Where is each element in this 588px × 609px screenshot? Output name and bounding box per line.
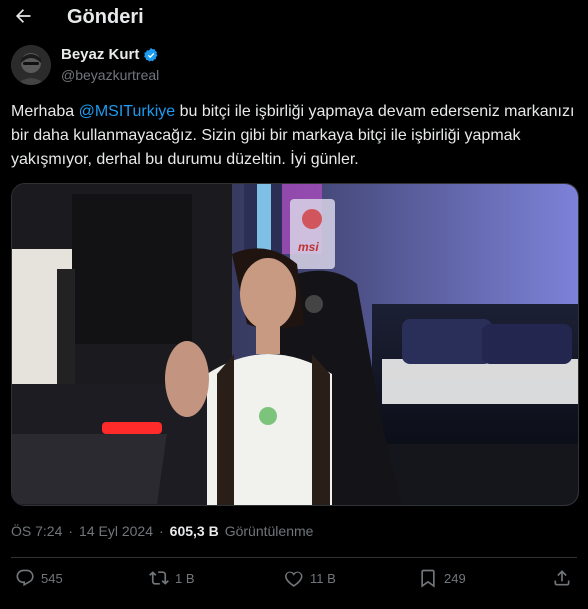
reply-count: 545 [41, 570, 63, 586]
like-button[interactable]: 11 B [284, 568, 336, 588]
tweet-text: Merhaba @MSITurkiye bu bitçi ile işbirli… [11, 100, 581, 172]
author-name-text: Beyaz Kurt [61, 46, 140, 63]
tweet-text-before: Merhaba [11, 103, 79, 120]
retweet-count: 1 B [175, 570, 195, 586]
bookmark-icon [421, 569, 435, 588]
arrow-left-icon [16, 9, 31, 23]
avatar[interactable] [11, 45, 51, 85]
reply-icon [16, 569, 34, 587]
mention-link[interactable]: @MSITurkiye [79, 103, 176, 120]
share-icon [554, 570, 570, 586]
heart-icon [285, 571, 303, 587]
verified-badge-icon [144, 47, 158, 62]
meta-separator: · [68, 523, 74, 539]
tweet-meta: ÖS 7:24 · 14 Eyl 2024 · 605,3 B Görüntül… [11, 523, 313, 539]
avatar-image [11, 45, 51, 85]
page-title: Gönderi [67, 6, 144, 28]
bookmark-button[interactable]: 249 [418, 568, 466, 588]
media-photo: msi [12, 184, 578, 505]
top-bar: Gönderi [0, 0, 588, 34]
retweet-button[interactable]: 1 B [149, 568, 195, 588]
like-count: 11 B [310, 570, 336, 586]
bookmark-count: 249 [444, 570, 466, 586]
divider [11, 557, 577, 558]
msi-logo-text: msi [298, 240, 319, 254]
back-button[interactable] [12, 5, 34, 27]
meta-separator-2: · [159, 523, 164, 539]
retweet-icon [149, 571, 169, 585]
reply-button[interactable]: 545 [15, 568, 63, 588]
tweet-date[interactable]: 14 Eyl 2024 [79, 523, 153, 539]
tweet-media-image[interactable]: msi [11, 183, 579, 506]
author-name[interactable]: Beyaz Kurt [61, 46, 159, 63]
action-bar: 545 1 B 11 B 249 [0, 568, 588, 596]
views-count: 605,3 B [169, 523, 219, 539]
views-label: Görüntülenme [224, 523, 314, 539]
author-handle[interactable]: @beyazkurtreal [61, 67, 159, 83]
share-button[interactable] [552, 568, 572, 588]
tweet-time[interactable]: ÖS 7:24 [11, 523, 62, 539]
